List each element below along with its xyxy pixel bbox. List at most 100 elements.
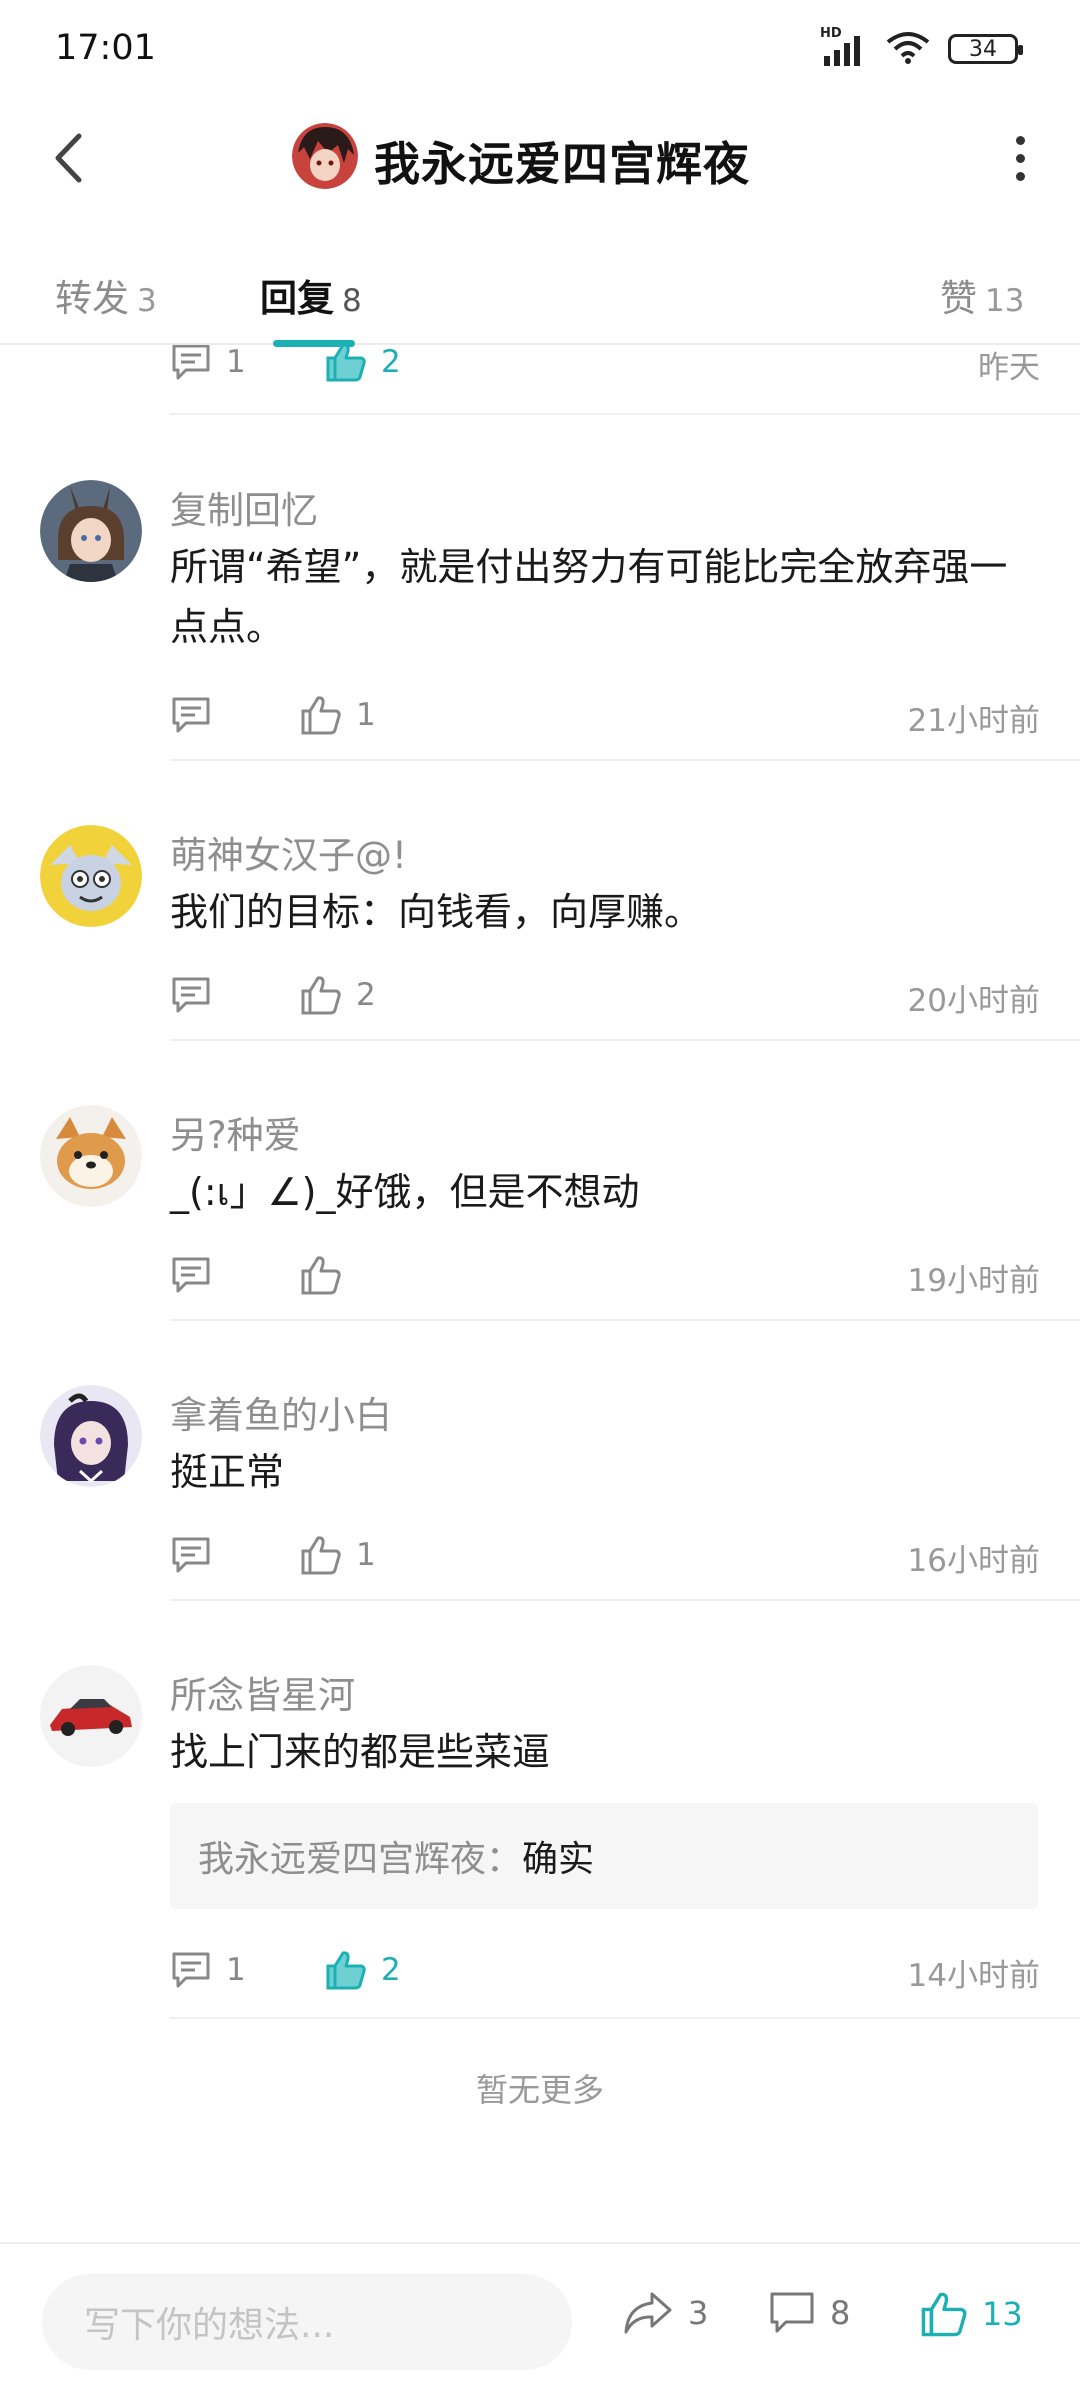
like-count: 2 xyxy=(381,345,401,380)
comment-text-line: 我们的目标：向钱看，向厚赚。 xyxy=(170,890,703,934)
reply-count: 1 xyxy=(226,1952,246,1988)
comment-text-line: 挺正常 xyxy=(170,1450,285,1494)
repost-count: 3 xyxy=(688,2294,709,2332)
comment-button[interactable]: 8 xyxy=(768,2290,850,2336)
comment-author[interactable]: 所念皆星河 xyxy=(170,1665,355,1719)
tab-like-count: 13 xyxy=(985,283,1025,319)
comment-action-row: 19小时前 xyxy=(170,1245,1040,1305)
post-like-count: 13 xyxy=(982,2295,1023,2333)
reply-button[interactable] xyxy=(170,965,212,1025)
comment-icon xyxy=(172,697,210,733)
avatar[interactable] xyxy=(40,825,142,927)
no-more-indicator: 暂无更多 xyxy=(475,2071,604,2109)
tab-reply[interactable]: 回复 8 xyxy=(260,268,362,322)
thumbs-up-icon xyxy=(301,1256,341,1295)
divider xyxy=(170,413,1080,415)
avatar[interactable] xyxy=(40,1105,142,1207)
reply-button[interactable]: 1 xyxy=(170,1940,246,2000)
thumbs-up-icon xyxy=(301,1536,341,1575)
thumbs-up-icon xyxy=(301,696,341,735)
tab-reply-label: 回复 xyxy=(260,277,334,320)
comment-count: 8 xyxy=(830,2294,851,2332)
comment-action-row: 1 2 14小时前 xyxy=(170,1940,1040,2000)
comment-action-row: 2 20小时前 xyxy=(170,965,1040,1025)
reply-button[interactable] xyxy=(170,1245,212,1305)
tab-reply-count: 8 xyxy=(342,283,362,319)
hd-label: HD xyxy=(820,26,842,41)
reply-input-placeholder: 写下你的想法... xyxy=(84,2305,335,2346)
tab-bar: 转发 3 回复 8 赞 13 xyxy=(0,250,1080,347)
divider xyxy=(170,1599,1080,1601)
like-button[interactable]: 2 xyxy=(325,1940,401,2000)
header: 我永远爱四宫辉夜 xyxy=(0,100,1080,215)
battery-level: 34 xyxy=(969,36,997,62)
thumbs-up-icon xyxy=(301,976,341,1015)
like-post-button[interactable]: 13 xyxy=(920,2290,1023,2338)
comment-icon xyxy=(172,1537,210,1573)
quoted-reply[interactable]: 我永远爱四宫辉夜： 确实 xyxy=(170,1803,1038,1909)
comment-icon xyxy=(172,345,210,380)
header-avatar[interactable] xyxy=(292,123,358,189)
comment-icon xyxy=(172,977,210,1013)
reply-input[interactable]: 写下你的想法... xyxy=(42,2274,572,2370)
comment-time: 16小时前 xyxy=(907,1543,1040,1579)
like-count: 2 xyxy=(356,977,376,1013)
thumbs-up-filled-icon xyxy=(326,1951,366,1990)
avatar[interactable] xyxy=(40,480,142,582)
share-arrow-icon xyxy=(624,2292,672,2334)
reply-button[interactable] xyxy=(170,1525,212,1585)
like-button[interactable]: 1 xyxy=(300,1525,376,1585)
battery-icon: 34 xyxy=(948,34,1023,64)
divider xyxy=(170,2017,1080,2019)
like-button[interactable]: 1 xyxy=(300,685,376,745)
chevron-left-icon xyxy=(55,133,82,183)
comment-author[interactable]: 复制回忆 xyxy=(170,480,318,534)
more-options-button[interactable] xyxy=(990,128,1050,188)
comment-icon xyxy=(172,1952,210,1988)
tab-repost-label: 转发 xyxy=(55,277,129,320)
more-dot-icon xyxy=(1015,135,1025,145)
divider xyxy=(170,759,1080,761)
comment-text: 挺正常 xyxy=(170,1442,1050,1502)
comment-author[interactable]: 另?种爱 xyxy=(170,1105,301,1159)
like-count: 2 xyxy=(381,1952,401,1988)
signal-icon: HD xyxy=(820,26,868,66)
comment-text-line: _(:เ」∠)_好饿，但是不想动 xyxy=(170,1170,640,1214)
comment-time: 20小时前 xyxy=(907,983,1040,1019)
comment-text: 找上门来的都是些菜逼 xyxy=(170,1722,1050,1782)
quoted-reply-author[interactable]: 我永远爱四宫辉夜： xyxy=(198,1830,522,1882)
like-button[interactable]: 2 xyxy=(325,345,401,392)
more-dot-icon xyxy=(1015,171,1025,181)
reply-list: 1 2 昨天 复制回忆 所谓“希望”，就是付出努力有可能比完全放弃强一 点点。 … xyxy=(0,345,1080,2235)
divider xyxy=(170,1319,1080,1321)
comment-author[interactable]: 萌神女汉子@! xyxy=(170,825,407,879)
comment-time: 14小时前 xyxy=(907,1958,1040,1994)
comment-action-row: 1 2 昨天 xyxy=(170,345,1040,392)
comment-icon xyxy=(770,2292,814,2333)
avatar[interactable] xyxy=(40,1665,142,1767)
comment-text-line: 找上门来的都是些菜逼 xyxy=(170,1730,551,1774)
tab-like-label: 赞 xyxy=(940,277,977,320)
status-time: 17:01 xyxy=(55,28,156,68)
tab-repost[interactable]: 转发 3 xyxy=(55,268,157,322)
reply-count: 1 xyxy=(226,345,246,380)
status-bar: 17:01 HD 34 xyxy=(0,0,1080,100)
divider xyxy=(170,1039,1080,1041)
like-button[interactable]: 2 xyxy=(300,965,376,1025)
repost-button[interactable]: 3 xyxy=(622,2290,708,2336)
comment-time: 21小时前 xyxy=(907,703,1040,739)
comment-author[interactable]: 拿着鱼的小白 xyxy=(170,1385,392,1439)
back-button[interactable] xyxy=(38,128,98,188)
reply-button[interactable] xyxy=(170,685,212,745)
avatar[interactable] xyxy=(40,1385,142,1487)
reply-button[interactable]: 1 xyxy=(170,345,246,392)
reply-page: 17:01 HD 34 我永远爱四宫辉夜 转发 3 回复 8 赞 13 1 2 … xyxy=(0,0,1080,2400)
like-button[interactable] xyxy=(300,1245,342,1305)
quoted-reply-text: 确实 xyxy=(522,1839,595,1880)
comment-text: 我们的目标：向钱看，向厚赚。 xyxy=(170,882,1050,942)
tab-like[interactable]: 赞 13 xyxy=(940,268,1024,322)
status-icons: HD 34 xyxy=(820,26,1023,68)
more-dot-icon xyxy=(1015,153,1025,163)
comment-time: 19小时前 xyxy=(907,1263,1040,1299)
comment-text-line: 点点。 xyxy=(170,605,285,649)
